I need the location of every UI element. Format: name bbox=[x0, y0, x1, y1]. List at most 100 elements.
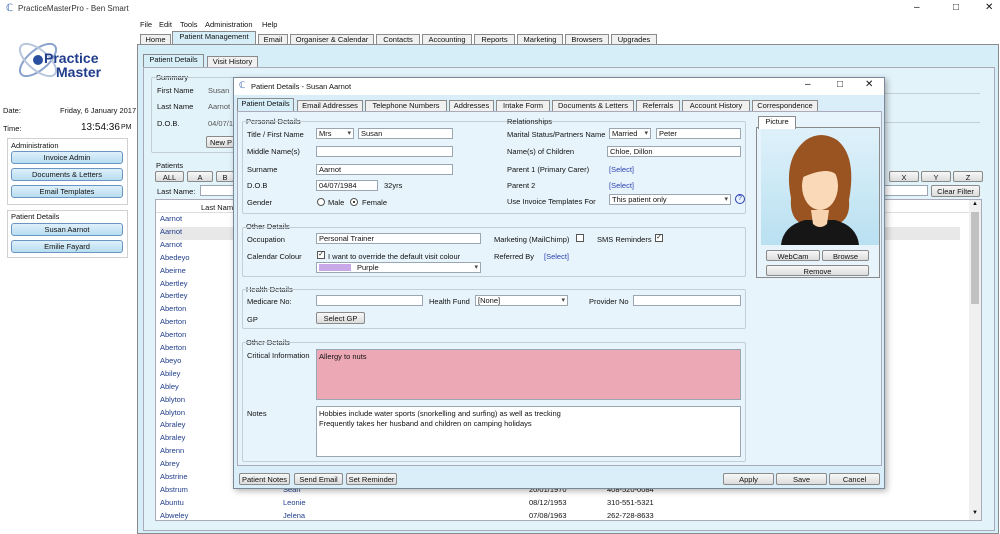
marketing-checkbox[interactable] bbox=[576, 234, 584, 242]
provider-no-input[interactable] bbox=[633, 295, 741, 306]
dialog-tab-referrals[interactable]: Referrals bbox=[636, 100, 680, 111]
row-last-name: Abrey bbox=[160, 459, 180, 469]
dialog-tab-email-addresses[interactable]: Email Addresses bbox=[297, 100, 363, 111]
parent1-select-link[interactable]: [Select] bbox=[609, 165, 634, 174]
set-reminder-button[interactable]: Set Reminder bbox=[346, 473, 397, 485]
time-value: 13:54:36 bbox=[81, 122, 120, 133]
scrollbar[interactable]: ▲ ▼ bbox=[969, 200, 981, 520]
patient-susan-aarnot-button[interactable]: Susan Aarnot bbox=[11, 223, 123, 236]
row-last-name: Abraley bbox=[160, 433, 186, 443]
health-fund-label: Health Fund bbox=[429, 297, 470, 306]
sms-reminders-label: SMS Reminders bbox=[597, 235, 652, 244]
bg-new-button[interactable]: New P bbox=[206, 136, 236, 148]
notes-textarea[interactable]: Hobbies include water sports (snorkellin… bbox=[316, 406, 741, 457]
row-last-name: Abrenn bbox=[160, 446, 185, 456]
title-select[interactable]: Mrs bbox=[316, 128, 354, 139]
alpha-z-button[interactable]: Z bbox=[953, 171, 983, 182]
children-input[interactable]: Chloe, Dillon bbox=[607, 146, 741, 157]
scroll-thumb[interactable] bbox=[971, 212, 979, 304]
override-colour-checkbox[interactable]: ✓ bbox=[317, 251, 325, 259]
health-fund-select[interactable]: [None] bbox=[475, 295, 568, 306]
patients-label: Patients bbox=[156, 161, 184, 170]
save-button[interactable]: Save bbox=[776, 473, 827, 485]
alpha-all-button[interactable]: ALL bbox=[155, 171, 184, 182]
alpha-b-button[interactable]: B bbox=[216, 171, 234, 182]
parent2-select-link[interactable]: [Select] bbox=[609, 181, 634, 190]
picture-tab[interactable]: Picture bbox=[758, 116, 796, 129]
table-row[interactable]: Abuntu Leonie 08/12/1953 310-551-5321 bbox=[160, 498, 960, 511]
dialog-minimize-icon[interactable]: – bbox=[805, 79, 811, 90]
gender-male-radio[interactable] bbox=[317, 198, 325, 206]
scroll-down-icon[interactable]: ▼ bbox=[972, 510, 978, 516]
occupation-input[interactable]: Personal Trainer bbox=[316, 233, 481, 244]
gender-label: Gender bbox=[247, 198, 273, 207]
patient-details-title: Patient Details bbox=[11, 212, 60, 221]
minimize-icon[interactable]: – bbox=[914, 2, 920, 13]
apply-button[interactable]: Apply bbox=[723, 473, 774, 485]
invoice-templates-select[interactable]: This patient only bbox=[609, 194, 731, 205]
help-icon[interactable]: ? bbox=[735, 194, 745, 204]
logo-line2: Master bbox=[56, 64, 102, 80]
bg-filter-input-right[interactable] bbox=[884, 185, 928, 196]
menu-tools[interactable]: Tools bbox=[180, 20, 198, 29]
cancel-button[interactable]: Cancel bbox=[829, 473, 880, 485]
subtab-visit-history[interactable]: Visit History bbox=[207, 56, 258, 67]
row-dob: 07/08/1963 bbox=[529, 510, 567, 520]
dialog-tab-patient-details[interactable]: Patient Details bbox=[237, 98, 294, 111]
surname-input[interactable]: Aarnot bbox=[316, 164, 453, 175]
email-templates-button[interactable]: Email Templates bbox=[11, 185, 123, 198]
menu-edit[interactable]: Edit bbox=[159, 20, 172, 29]
dob-input[interactable]: 04/07/1984 bbox=[316, 180, 378, 191]
patient-photo bbox=[761, 128, 879, 245]
row-last-name: Abeyo bbox=[160, 355, 182, 365]
colour-select[interactable]: Purple bbox=[316, 262, 481, 273]
row-last-name: Abstrine bbox=[160, 472, 188, 481]
age-value: 32yrs bbox=[384, 181, 403, 190]
menu-administration[interactable]: Administration bbox=[205, 20, 253, 29]
marital-select[interactable]: Married bbox=[609, 128, 651, 139]
clear-filter-button[interactable]: Clear Filter bbox=[931, 185, 980, 197]
dialog-tab-addresses[interactable]: Addresses bbox=[449, 100, 494, 111]
invoice-admin-button[interactable]: Invoice Admin bbox=[11, 151, 123, 164]
webcam-button[interactable]: WebCam bbox=[766, 250, 820, 261]
documents-letters-button[interactable]: Documents & Letters bbox=[11, 168, 123, 181]
first-name-input[interactable]: Susan bbox=[358, 128, 453, 139]
logo: Practice Master bbox=[10, 30, 128, 90]
alpha-y-button[interactable]: Y bbox=[921, 171, 951, 182]
critical-info-textarea[interactable]: Allergy to nuts bbox=[316, 349, 741, 400]
close-icon[interactable]: ✕ bbox=[985, 2, 993, 13]
alpha-a-button[interactable]: A bbox=[187, 171, 213, 182]
dialog-maximize-icon[interactable]: □ bbox=[837, 79, 843, 90]
scroll-up-icon[interactable]: ▲ bbox=[972, 201, 978, 207]
subtab-patient-details[interactable]: Patient Details bbox=[143, 54, 204, 67]
alpha-x-button[interactable]: X bbox=[889, 171, 919, 182]
patient-emilie-fayard-button[interactable]: Emilie Fayard bbox=[11, 240, 123, 253]
maximize-icon[interactable]: □ bbox=[953, 2, 959, 13]
occupation-label: Occupation bbox=[247, 235, 285, 244]
row-last-name: Aarnot bbox=[160, 226, 183, 236]
menu-file[interactable]: File bbox=[140, 20, 152, 29]
select-gp-button[interactable]: Select GP bbox=[316, 312, 365, 324]
administration-title: Administration bbox=[11, 141, 59, 150]
menu-help[interactable]: Help bbox=[262, 20, 277, 29]
send-email-button[interactable]: Send Email bbox=[294, 473, 343, 485]
referred-by-select-link[interactable]: [Select] bbox=[544, 252, 569, 261]
middle-name-input[interactable] bbox=[316, 146, 453, 157]
dialog-tab-documents-letters[interactable]: Documents & Letters bbox=[552, 100, 634, 111]
sms-reminders-checkbox[interactable]: ✓ bbox=[655, 234, 663, 242]
row-last-name: Ablyton bbox=[160, 407, 186, 417]
patient-notes-button[interactable]: Patient Notes bbox=[239, 473, 290, 485]
partner-name-input[interactable]: Peter bbox=[656, 128, 741, 139]
dialog-close-icon[interactable]: ✕ bbox=[865, 79, 873, 90]
row-last-name: Abeirne bbox=[160, 265, 186, 275]
browse-button[interactable]: Browse bbox=[822, 250, 869, 261]
gender-female-radio[interactable] bbox=[350, 198, 358, 206]
table-row[interactable]: Abweley Jelena 07/08/1963 262-728-8633 bbox=[160, 511, 960, 524]
dialog-tab-telephone-numbers[interactable]: Telephone Numbers bbox=[365, 100, 447, 111]
dialog-tab-intake-form[interactable]: Intake Form bbox=[496, 100, 550, 111]
tab-patient-management[interactable]: Patient Management bbox=[172, 31, 256, 44]
medicare-input[interactable] bbox=[316, 295, 423, 306]
remove-button[interactable]: Remove bbox=[766, 265, 869, 276]
dialog-tab-correspondence[interactable]: Correspondence bbox=[752, 100, 818, 111]
dialog-tab-account-history[interactable]: Account History bbox=[682, 100, 750, 111]
